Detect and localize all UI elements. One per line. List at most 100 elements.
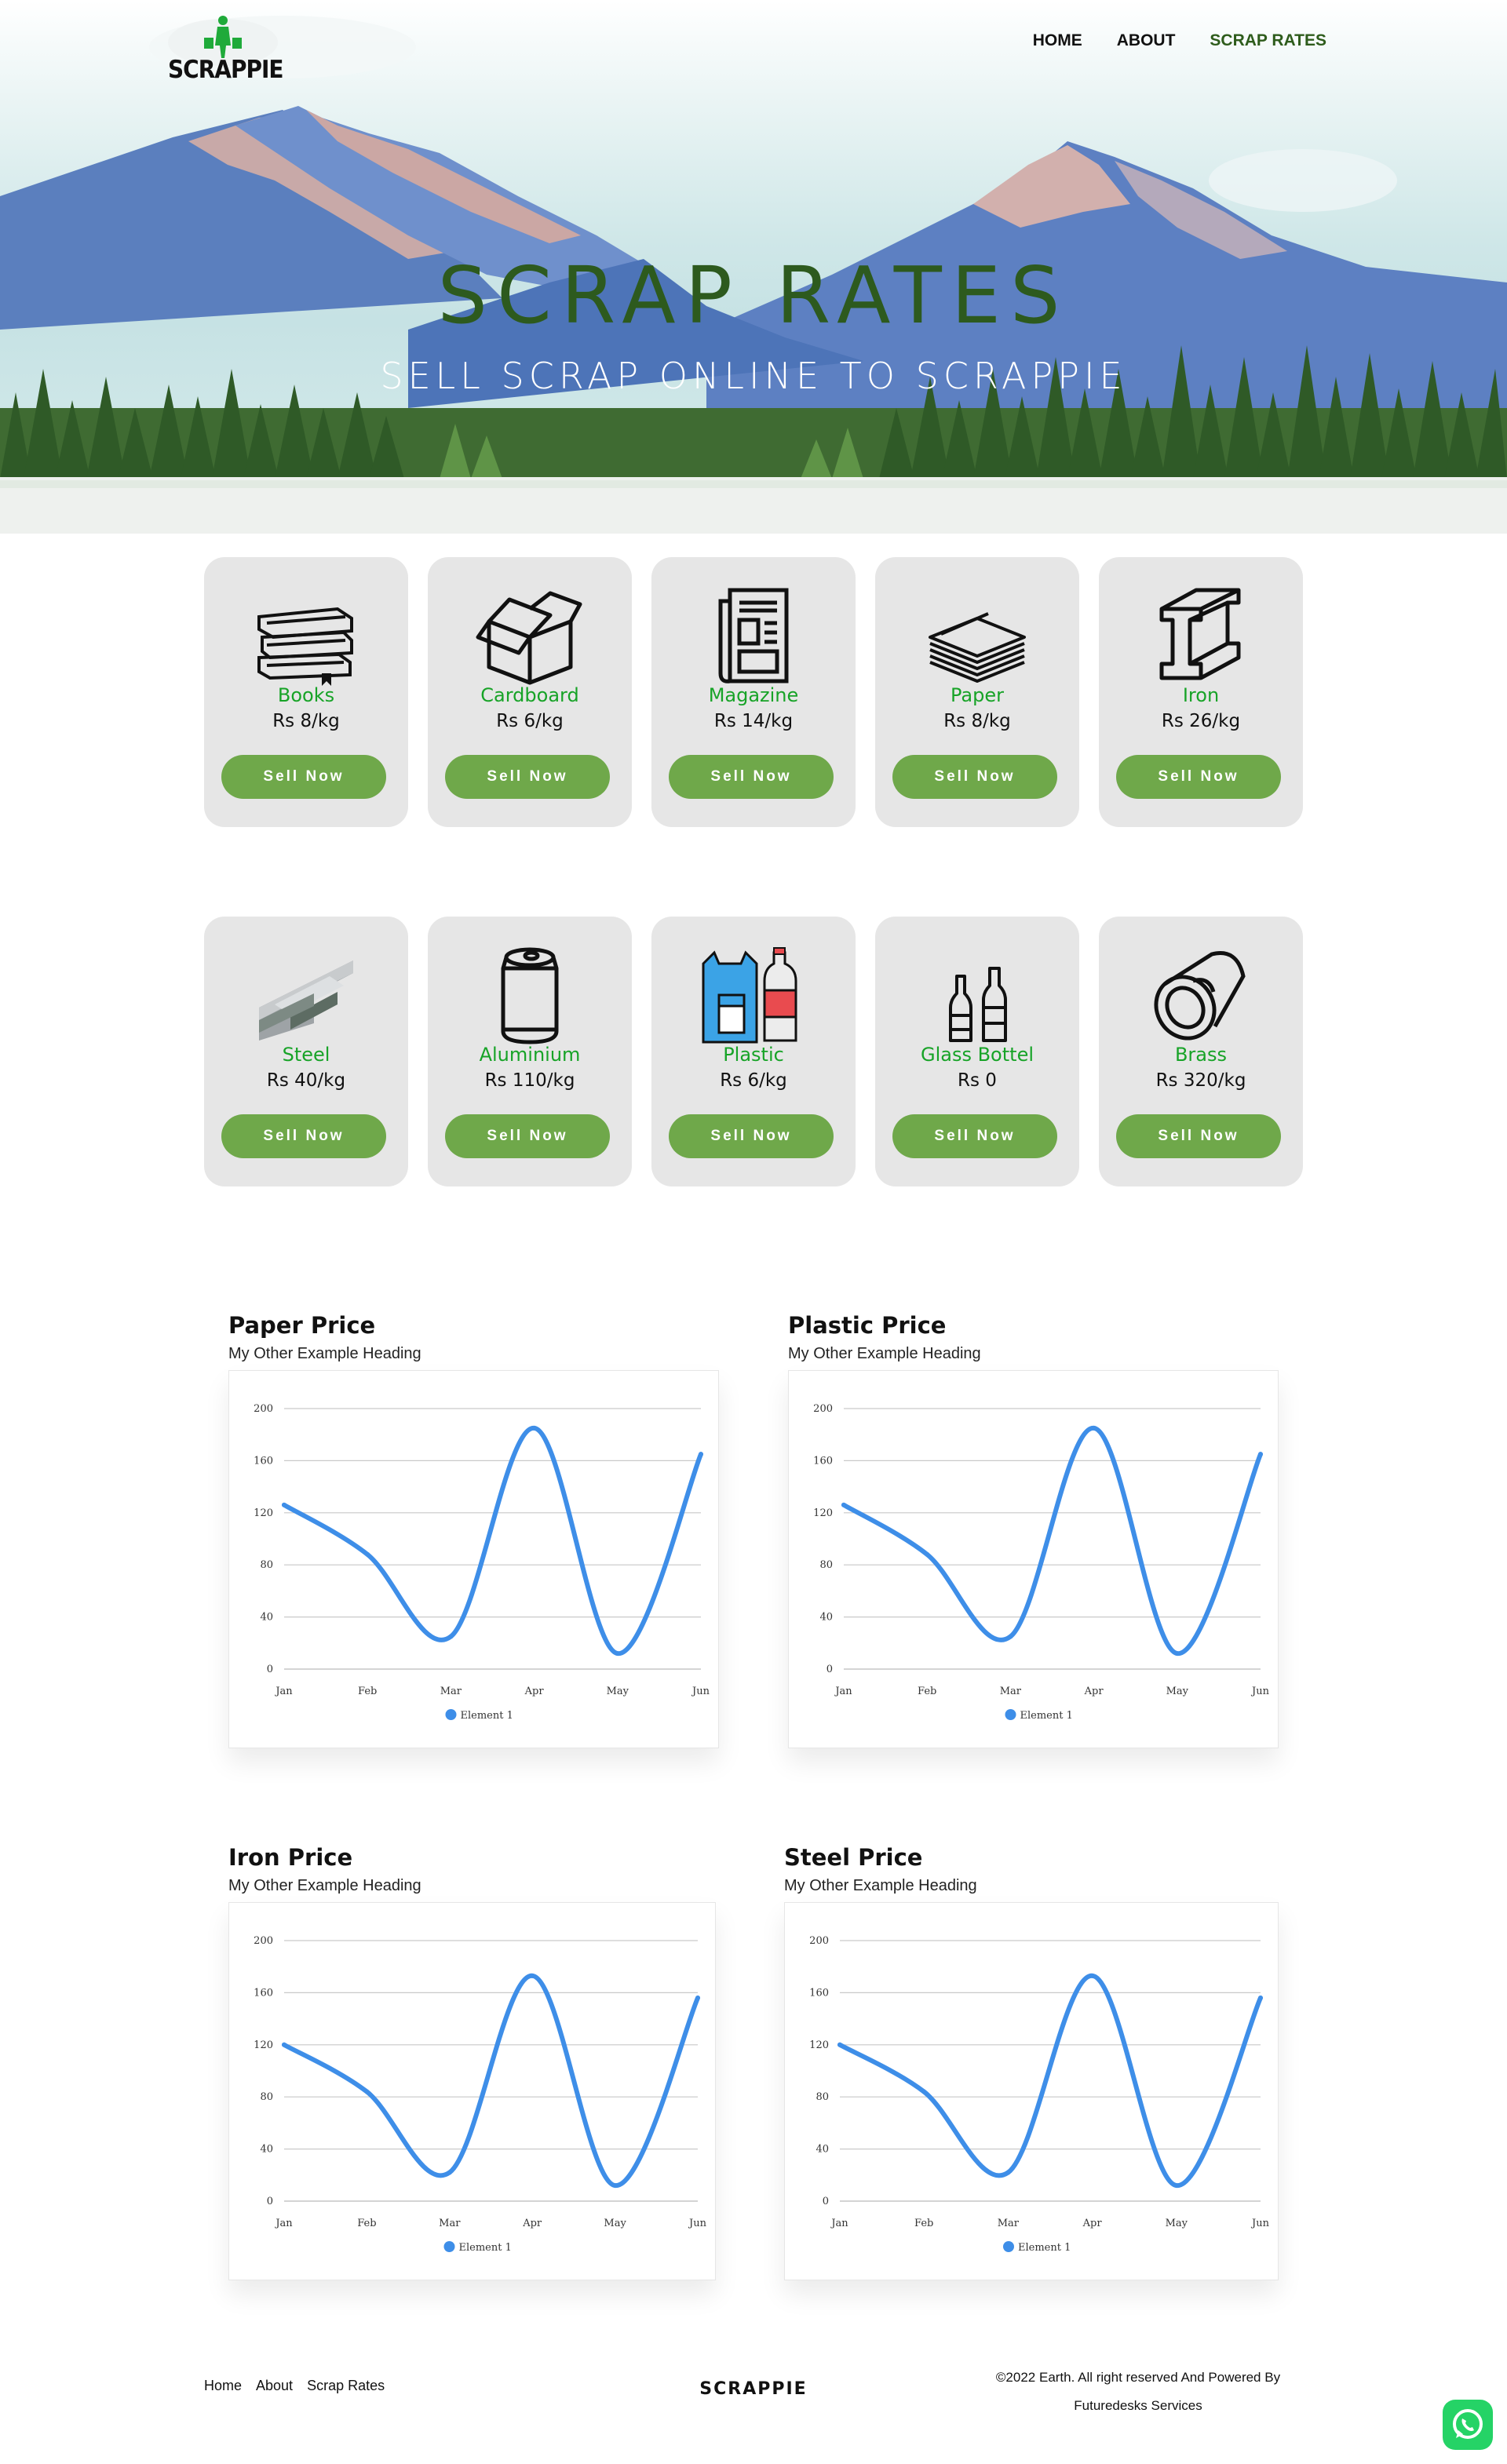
product-card-glass-bottle: Glass Bottel Rs 0 Sell Now <box>875 917 1079 1186</box>
product-name: Plastic <box>723 1044 784 1066</box>
x-tick-label: Jun <box>1250 1686 1270 1697</box>
y-tick-label: 80 <box>260 2091 273 2103</box>
y-tick-label: 80 <box>816 2091 829 2103</box>
data-point <box>1008 1634 1013 1639</box>
product-card-steel: Steel Rs 40/kg Sell Now <box>204 917 408 1186</box>
sell-now-button[interactable]: Sell Now <box>892 1114 1057 1158</box>
legend-label: Element 1 <box>461 1710 513 1722</box>
nav-home[interactable]: HOME <box>1033 31 1082 50</box>
line-chart: 0 40 80 120 160 200 Jan Feb Mar Apr May Jun Element … <box>254 1935 706 2254</box>
magazine-icon <box>718 588 789 683</box>
y-tick-label: 200 <box>813 1403 833 1415</box>
plastic-items-icon <box>702 947 797 1044</box>
sell-now-button[interactable]: Sell Now <box>1116 1114 1281 1158</box>
data-point <box>448 1634 454 1639</box>
data-point <box>1258 1996 1263 2001</box>
legend-label: Element 1 <box>459 2242 512 2254</box>
sell-now-button[interactable]: Sell Now <box>1116 755 1281 799</box>
y-tick-label: 120 <box>254 2039 273 2051</box>
y-tick-label: 120 <box>809 2039 829 2051</box>
data-point <box>1258 1452 1263 1457</box>
product-name: Books <box>277 684 335 706</box>
nav-about[interactable]: ABOUT <box>1117 31 1176 50</box>
line-chart: 0 40 80 120 160 200 Jan Feb Mar Apr May Jun Element … <box>254 1403 710 1722</box>
sell-now-button[interactable]: Sell Now <box>445 755 610 799</box>
box-icon <box>476 591 582 685</box>
chart-heading-paper: Paper Price My Other Example Heading <box>228 1312 421 1363</box>
powered-by-line[interactable]: Futuredesks Services <box>950 2392 1326 2420</box>
product-card-cardboard: Cardboard Rs 6/kg Sell Now <box>428 557 632 827</box>
line-chart: 0 40 80 120 160 200 Jan Feb Mar Apr May Jun Element … <box>809 1935 1270 2254</box>
sell-now-button[interactable]: Sell Now <box>221 755 386 799</box>
legend-swatch <box>443 2241 455 2252</box>
product-rate: Rs 110/kg <box>484 1070 575 1091</box>
data-point <box>1005 2170 1011 2175</box>
logo-text[interactable]: SCRAPPIE <box>168 55 284 83</box>
product-name: Aluminium <box>479 1044 581 1066</box>
x-tick-label: Mar <box>1000 1686 1022 1697</box>
y-tick-label: 80 <box>260 1559 273 1571</box>
paper-price-chart: 0 40 80 120 160 200 Jan Feb Mar Apr May Jun Element … <box>228 1370 719 1748</box>
can-icon <box>501 947 559 1044</box>
sell-now-button[interactable]: Sell Now <box>892 755 1057 799</box>
product-name: Cardboard <box>480 684 579 706</box>
x-tick-label: May <box>604 2218 626 2229</box>
iron-price-chart: 0 40 80 120 160 200 Jan Feb Mar Apr May Jun Element … <box>228 1902 716 2280</box>
sell-now-button[interactable]: Sell Now <box>669 755 834 799</box>
product-name: Iron <box>1182 684 1220 706</box>
data-point <box>1091 1425 1096 1431</box>
whatsapp-chat-button[interactable] <box>1443 2400 1493 2450</box>
y-tick-label: 40 <box>260 1612 273 1624</box>
product-card-books: Books Rs 8/kg Sell Now <box>204 557 408 827</box>
books-icon <box>257 607 353 686</box>
y-tick-label: 200 <box>254 1403 273 1415</box>
series-line <box>841 1425 1263 1657</box>
product-rate: Rs 8/kg <box>272 711 340 731</box>
nav-scrap-rates[interactable]: SCRAP RATES <box>1210 31 1326 50</box>
sell-now-button[interactable]: Sell Now <box>221 1114 386 1158</box>
x-tick-label: Apr <box>1082 2218 1103 2229</box>
series-line <box>282 1425 703 1657</box>
sell-now-button[interactable]: Sell Now <box>445 1114 610 1158</box>
x-tick-label: Mar <box>439 2218 461 2229</box>
y-tick-label: 120 <box>813 1507 833 1519</box>
data-point <box>282 1502 286 1507</box>
sell-now-button[interactable]: Sell Now <box>669 1114 834 1158</box>
data-point <box>841 1502 846 1507</box>
data-point <box>837 2042 842 2047</box>
x-tick-label: Feb <box>357 2218 376 2229</box>
data-point <box>282 2042 286 2047</box>
product-rate: Rs 0 <box>958 1070 997 1091</box>
y-tick-label: 0 <box>826 1664 833 1675</box>
data-point <box>921 2089 927 2094</box>
x-tick-label: Apr <box>522 2218 542 2229</box>
x-tick-label: Jun <box>1250 2218 1270 2229</box>
legend-swatch <box>1003 2241 1014 2252</box>
data-point <box>1173 2183 1179 2189</box>
iron-beam-icon <box>1159 588 1241 680</box>
x-tick-label: Jan <box>274 1686 293 1697</box>
series-line <box>282 1973 700 2189</box>
y-tick-label: 160 <box>813 1455 833 1467</box>
y-tick-label: 120 <box>254 1507 273 1519</box>
product-name: Magazine <box>708 684 799 706</box>
product-card-aluminium: Aluminium Rs 110/kg Sell Now <box>428 917 632 1186</box>
product-rate: Rs 320/kg <box>1155 1070 1246 1091</box>
product-rate: Rs 14/kg <box>713 711 794 731</box>
bottles-icon <box>949 967 1007 1042</box>
x-tick-label: May <box>1166 2218 1188 2229</box>
x-tick-label: Feb <box>358 1686 377 1697</box>
legend-label: Element 1 <box>1020 1710 1073 1722</box>
y-tick-label: 200 <box>809 1935 829 1947</box>
data-point <box>699 1452 703 1457</box>
product-card-iron: Iron Rs 26/kg Sell Now <box>1099 557 1303 827</box>
product-rate: Rs 26/kg <box>1161 711 1241 731</box>
steel-price-chart: 0 40 80 120 160 200 Jan Feb Mar Apr May Jun Element … <box>784 1902 1279 2280</box>
steel-beam-icon <box>259 960 353 1041</box>
x-tick-label: Jun <box>691 1686 710 1697</box>
data-point <box>365 1551 370 1557</box>
data-point <box>447 2170 452 2175</box>
y-tick-label: 0 <box>267 1664 273 1675</box>
product-rate: Rs 6/kg <box>496 711 564 731</box>
data-point <box>364 2089 370 2094</box>
